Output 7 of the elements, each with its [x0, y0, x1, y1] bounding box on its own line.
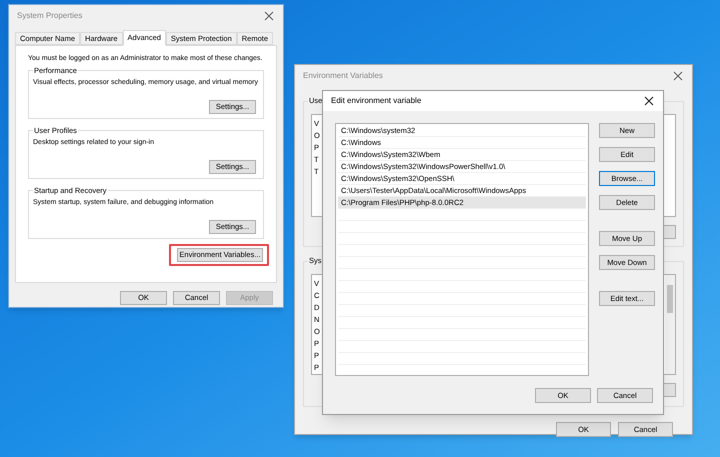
window-title: Edit environment variable	[331, 95, 422, 107]
window-title: Environment Variables	[303, 70, 383, 82]
scrollbar[interactable]	[665, 275, 675, 374]
close-icon[interactable]	[643, 95, 655, 107]
close-icon[interactable]	[263, 10, 275, 22]
window-title: System Properties	[17, 10, 82, 22]
close-icon[interactable]	[672, 70, 684, 82]
